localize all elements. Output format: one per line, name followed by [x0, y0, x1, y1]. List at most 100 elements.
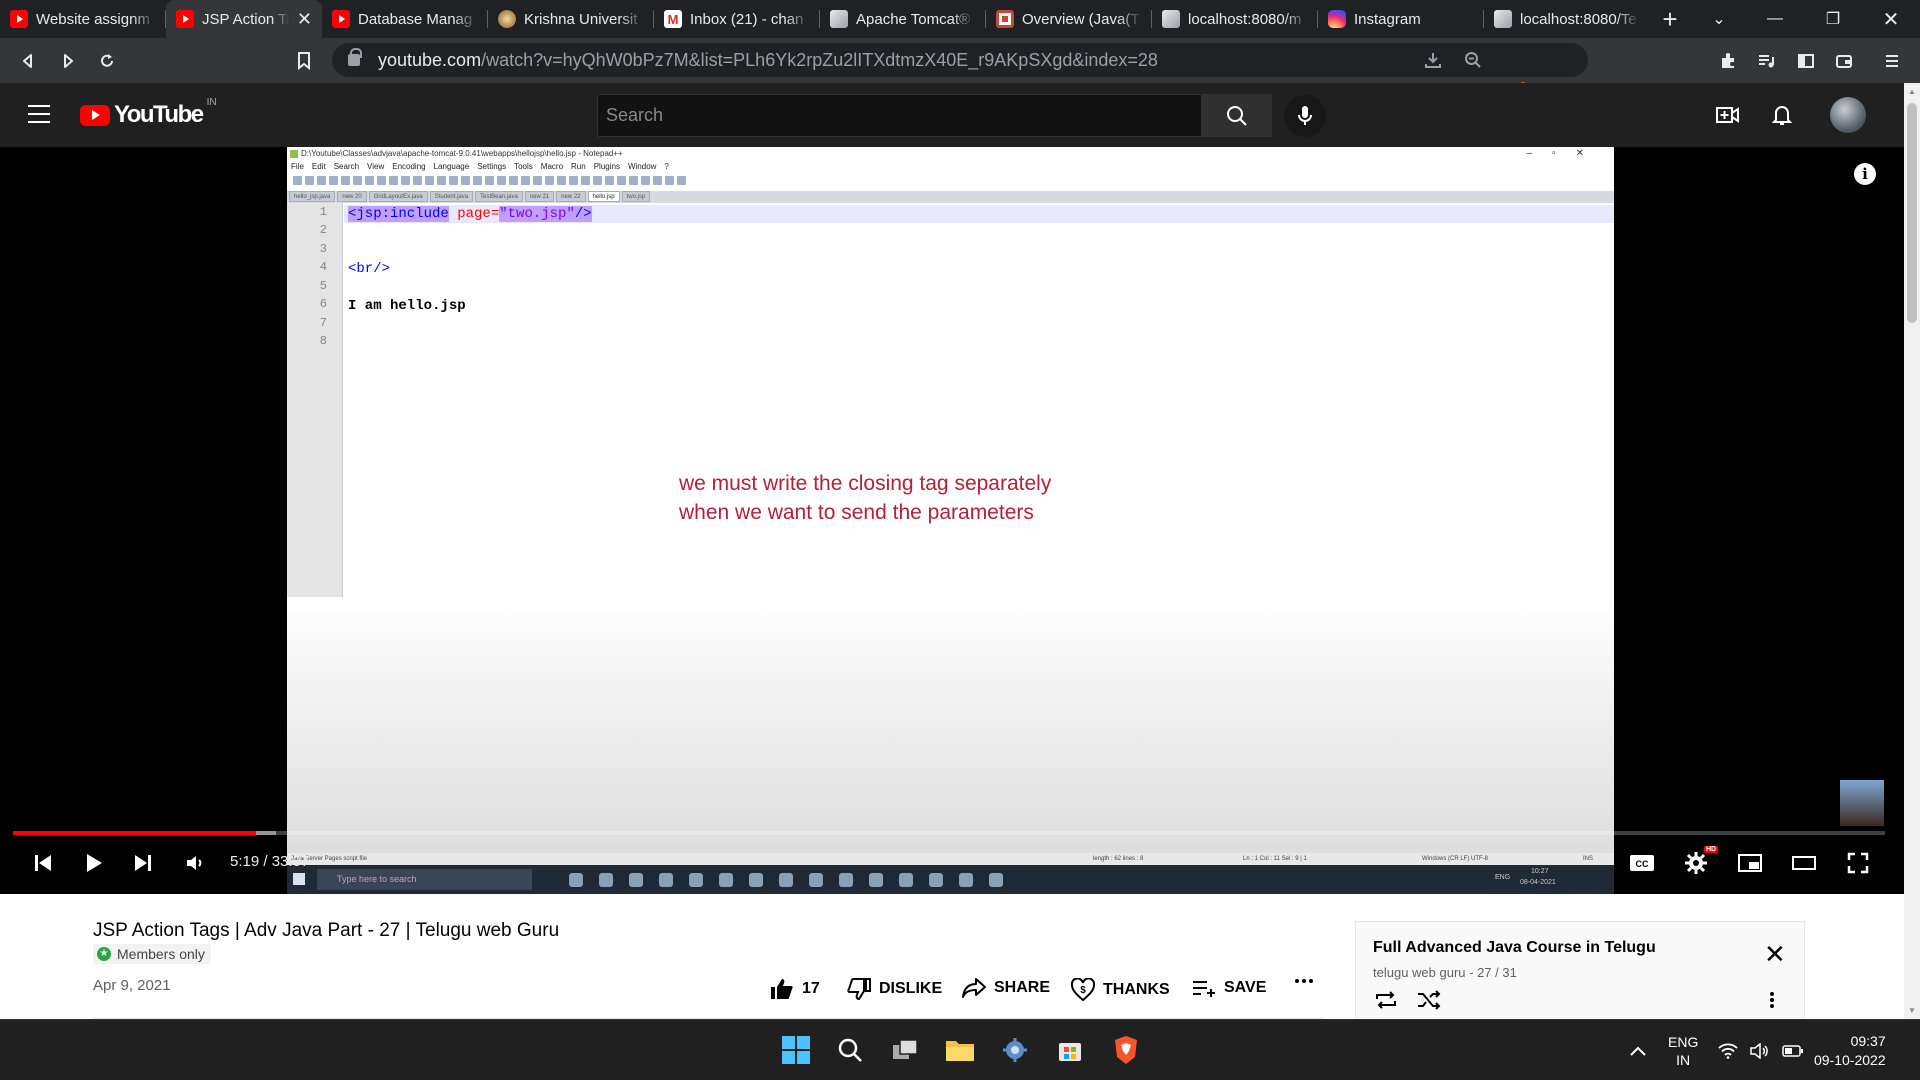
settings-app-icon[interactable]	[995, 1030, 1035, 1070]
editor-tabs: hello_jsp.java new 20 GridLayoutEx.java Stu…	[287, 191, 1614, 203]
user-avatar[interactable]	[1830, 97, 1866, 133]
back-icon[interactable]	[10, 38, 46, 83]
info-icon[interactable]: i	[1854, 163, 1876, 185]
wifi-icon	[1718, 1043, 1738, 1059]
close-window-icon[interactable]: ✕	[1868, 0, 1914, 38]
save-button[interactable]: SAVE	[1192, 978, 1266, 998]
sidebar-icon[interactable]	[1788, 38, 1824, 83]
extensions-icon[interactable]	[1710, 38, 1746, 83]
show-hidden-icons-chevron[interactable]	[1630, 1020, 1646, 1080]
hd-badge: HD	[1704, 846, 1719, 853]
minimize-window-icon[interactable]: —	[1752, 0, 1798, 38]
loop-playlist-icon[interactable]	[1373, 990, 1399, 1016]
voice-search-button[interactable]	[1284, 95, 1326, 137]
next-video-icon[interactable]	[128, 839, 158, 887]
editor-menu-bar: File Edit Search View Encoding Language Settin…	[291, 162, 669, 171]
code-line-4: <br/>	[348, 261, 391, 277]
scroll-down-arrow-icon[interactable]: ▼	[1908, 1006, 1916, 1015]
channel-watermark[interactable]	[1840, 780, 1884, 826]
clock[interactable]: 09:37 09-10-2022	[1814, 1020, 1886, 1080]
members-star-icon: ★	[97, 947, 111, 961]
share-button[interactable]: SHARE	[962, 978, 1050, 998]
taskbar-search-icon[interactable]	[830, 1030, 870, 1070]
restore-window-icon[interactable]: ❐	[1810, 0, 1856, 38]
reload-icon[interactable]	[89, 38, 125, 83]
play-icon[interactable]	[79, 839, 109, 887]
youtube-icon	[10, 10, 28, 28]
volume-icon[interactable]	[180, 839, 210, 887]
shuffle-playlist-icon[interactable]	[1417, 990, 1441, 1016]
address-bar[interactable]: youtube.com/watch?v=hyQhW0bPz7M&list=PLh…	[332, 43, 1588, 77]
scroll-up-arrow-icon[interactable]: ▲	[1908, 87, 1916, 96]
brave-browser-icon[interactable]	[1106, 1030, 1146, 1070]
share-icon	[962, 978, 986, 998]
browser-tab[interactable]: Krishna Universit	[488, 0, 654, 38]
time-display: 5:19 / 33:07	[230, 853, 310, 870]
video-player[interactable]: D:\Youtube\Classes\advjava\apache-tomcat…	[0, 147, 1904, 894]
code-line-6: I am hello.jsp	[348, 298, 466, 314]
media-controls-icon[interactable]	[1748, 38, 1784, 83]
scroll-thumb[interactable]	[1907, 103, 1917, 323]
youtube-masthead: YouTube IN Search	[0, 83, 1904, 147]
page-scrollbar[interactable]: ▲ ▼	[1904, 83, 1920, 1019]
playlist-meta: telugu web guru - 27 / 31	[1373, 965, 1517, 980]
browser-tab[interactable]: Overview (Java(T	[986, 0, 1152, 38]
editor-title-bar: D:\Youtube\Classes\advjava\apache-tomcat…	[287, 147, 1614, 161]
previous-video-icon[interactable]	[28, 839, 58, 887]
tab-search-chevron-icon[interactable]: ⌄	[1696, 0, 1742, 38]
task-view-icon[interactable]	[885, 1030, 925, 1070]
notifications-bell-icon[interactable]	[1766, 99, 1798, 131]
search-input[interactable]: Search	[597, 94, 1202, 137]
guide-menu-icon[interactable]	[28, 105, 50, 123]
wallet-icon[interactable]	[1826, 38, 1862, 83]
more-actions-icon[interactable]	[1294, 978, 1314, 984]
browser-tab[interactable]: Website assignm	[0, 0, 166, 38]
code-line-1: <jsp:include page="two.jsp"/>	[348, 206, 592, 222]
miniplayer-icon[interactable]	[1734, 839, 1766, 887]
system-tray-icons[interactable]	[1718, 1020, 1804, 1080]
like-button[interactable]: 17	[770, 978, 820, 1000]
close-playlist-icon[interactable]: ✕	[1764, 941, 1786, 967]
browser-tab[interactable]: Instagram	[1318, 0, 1484, 38]
search-icon	[1227, 105, 1247, 126]
browser-tab-active[interactable]: JSP Action Ta ✕	[166, 0, 322, 38]
super-thanks-icon: $	[1071, 978, 1095, 1002]
browser-tab[interactable]: localhost:8080/m	[1152, 0, 1318, 38]
input-language-indicator[interactable]: ENG IN	[1668, 1020, 1698, 1080]
forward-icon[interactable]	[50, 38, 86, 83]
create-video-icon[interactable]	[1712, 99, 1744, 131]
browser-tab[interactable]: M Inbox (21) - chan	[654, 0, 820, 38]
image-icon	[830, 10, 848, 28]
playlist-menu-icon[interactable]	[1769, 990, 1775, 1016]
progress-bar[interactable]	[13, 831, 1885, 835]
playlist-title[interactable]: Full Advanced Java Course in Telugu	[1373, 939, 1656, 957]
subtitles-icon[interactable]: CC	[1626, 839, 1658, 887]
youtube-icon	[332, 10, 350, 28]
dislike-button[interactable]: DISLIKE	[847, 978, 942, 1000]
youtube-logo[interactable]: YouTube IN	[80, 97, 217, 129]
browser-tab[interactable]: Apache Tomcat®	[820, 0, 986, 38]
bookmark-icon[interactable]	[286, 38, 322, 83]
windows-logo-icon	[782, 1036, 810, 1064]
editor-window-controls: –▫✕	[1526, 148, 1604, 159]
theater-mode-icon[interactable]	[1788, 839, 1820, 887]
speaker-icon	[1750, 1042, 1768, 1059]
install-app-icon[interactable]	[1424, 43, 1442, 77]
windows-start-button[interactable]	[776, 1030, 816, 1070]
new-tab-button[interactable]: +	[1650, 0, 1690, 38]
thanks-button[interactable]: $ THANKS	[1071, 978, 1170, 1002]
lock-icon	[348, 48, 362, 66]
browser-tab[interactable]: localhost:8080/Te	[1484, 0, 1650, 38]
close-tab-icon[interactable]: ✕	[297, 9, 312, 30]
zoom-icon[interactable]	[1464, 43, 1482, 77]
search-button[interactable]	[1202, 94, 1272, 137]
browser-menu-icon[interactable]	[1874, 38, 1910, 83]
oracle-icon	[996, 10, 1014, 28]
file-explorer-icon[interactable]	[940, 1030, 980, 1070]
video-caption-text: we must write the closing tag separately…	[679, 472, 1052, 524]
browser-tab[interactable]: Database Manag	[322, 0, 488, 38]
microsoft-store-icon[interactable]	[1050, 1030, 1090, 1070]
save-playlist-icon	[1193, 981, 1215, 997]
fullscreen-icon[interactable]	[1842, 839, 1874, 887]
microphone-icon	[1298, 106, 1312, 125]
